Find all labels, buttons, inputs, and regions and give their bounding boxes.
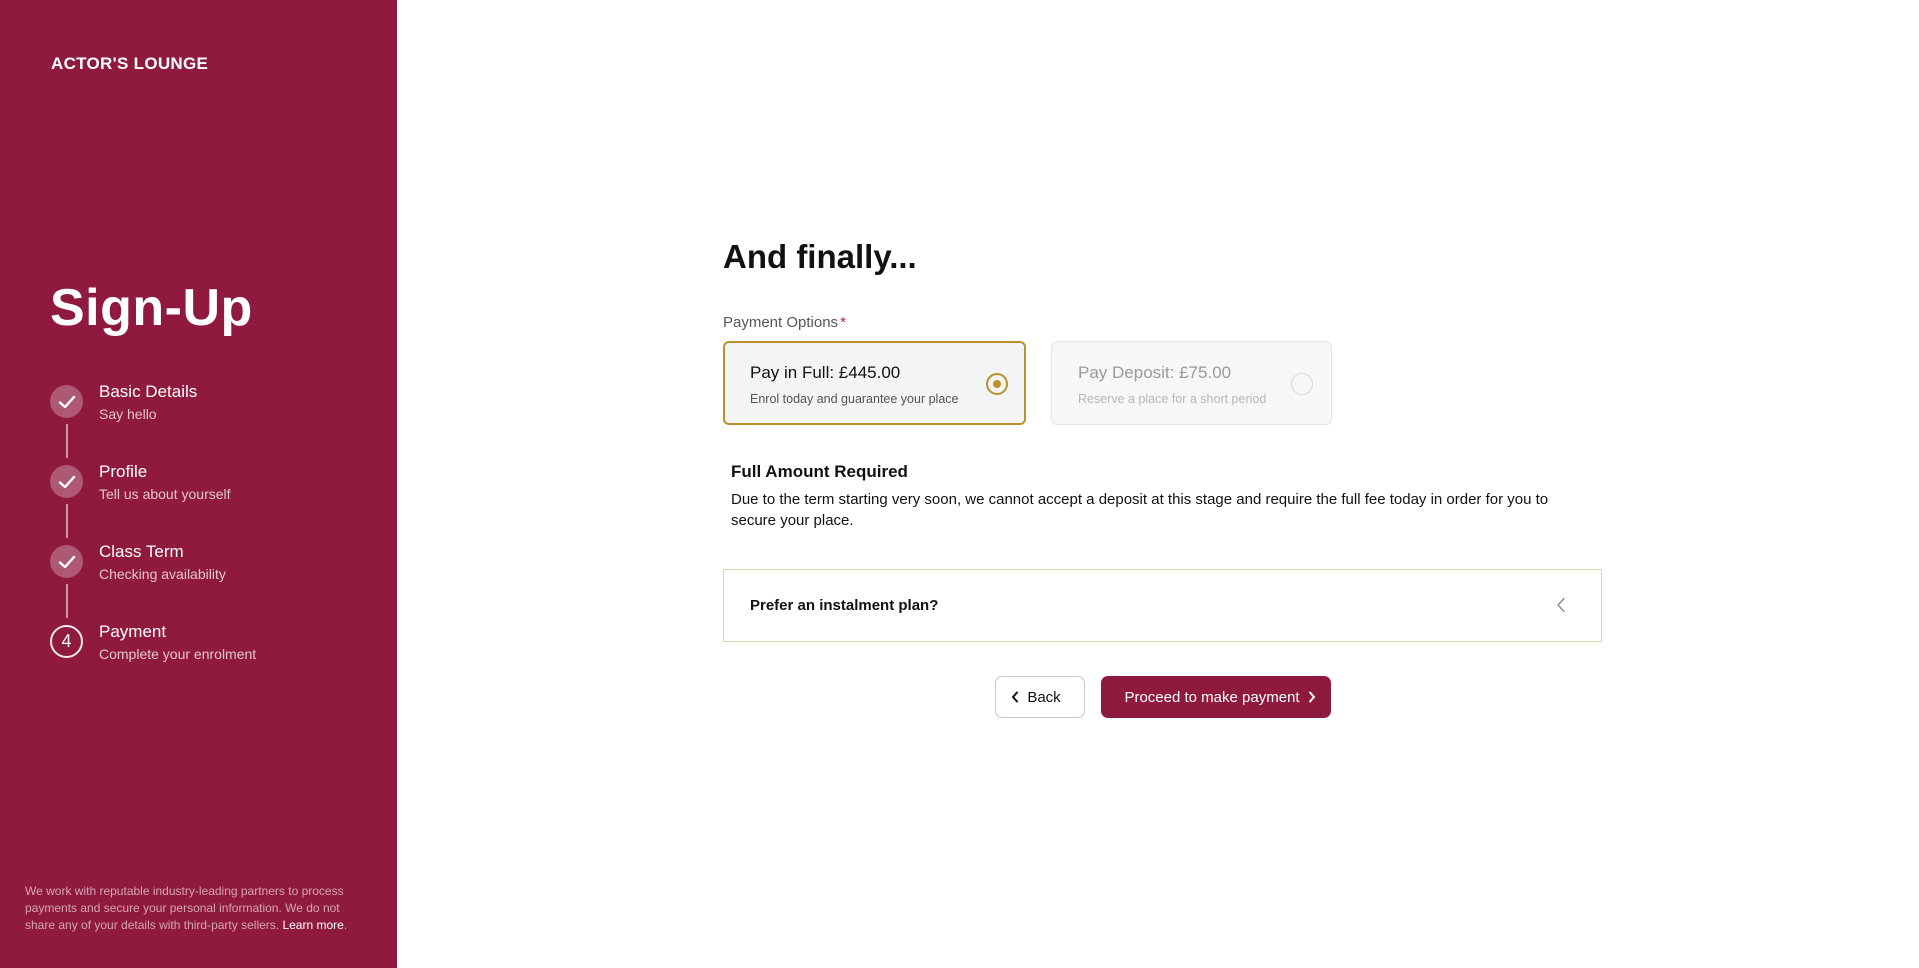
step-subtitle: Complete your enrolment bbox=[99, 646, 257, 662]
radio-unselected bbox=[1291, 373, 1313, 395]
chevron-right-icon bbox=[1308, 691, 1316, 703]
step-number: 4 bbox=[50, 625, 83, 658]
step-subtitle: Checking availability bbox=[99, 566, 226, 582]
option-pay-deposit: Pay Deposit: £75.00 Reserve a place for … bbox=[1051, 341, 1332, 425]
notice-body: Due to the term starting very soon, we c… bbox=[731, 491, 1549, 529]
step-subtitle: Say hello bbox=[99, 406, 157, 422]
privacy-note: We work with reputable industry-leading … bbox=[25, 883, 370, 934]
step-connector bbox=[66, 424, 68, 458]
signup-title: Sign-Up bbox=[50, 279, 253, 337]
chevron-left-icon bbox=[1011, 691, 1019, 703]
option-subtitle: Reserve a place for a short period bbox=[1078, 392, 1267, 406]
radio-selected[interactable] bbox=[986, 373, 1008, 395]
step-title: Basic Details bbox=[99, 382, 198, 401]
proceed-to-payment-button[interactable]: Proceed to make payment bbox=[1101, 676, 1331, 718]
instalment-accordion[interactable]: Prefer an instalment plan? bbox=[723, 569, 1602, 642]
payment-options-label-text: Payment Options bbox=[723, 314, 839, 331]
brand-logo: ACTOR'S LOUNGE bbox=[51, 54, 209, 73]
learn-more-link[interactable]: Learn more bbox=[282, 918, 343, 932]
instalment-label: Prefer an instalment plan? bbox=[750, 597, 939, 614]
sidebar: ACTOR'S LOUNGE Sign-Up Basic Details Say… bbox=[0, 0, 397, 968]
step-connector bbox=[66, 504, 68, 538]
check-icon bbox=[50, 385, 83, 418]
page-heading: And finally... bbox=[723, 238, 917, 275]
privacy-end: . bbox=[343, 918, 348, 932]
option-title: Pay Deposit: £75.00 bbox=[1078, 363, 1232, 382]
chevron-left-icon bbox=[1551, 594, 1571, 616]
option-title: Pay in Full: £445.00 bbox=[750, 363, 901, 382]
step-title: Profile bbox=[99, 462, 148, 481]
proceed-label: Proceed to make payment bbox=[1124, 688, 1300, 706]
payment-options-label: Payment Options * bbox=[723, 314, 846, 331]
required-mark: * bbox=[840, 314, 846, 331]
step-title: Payment bbox=[99, 622, 167, 641]
check-icon bbox=[50, 545, 83, 578]
option-subtitle: Enrol today and guarantee your place bbox=[750, 392, 959, 406]
back-label: Back bbox=[1027, 688, 1061, 706]
step-subtitle: Tell us about yourself bbox=[99, 486, 231, 502]
check-icon bbox=[50, 465, 83, 498]
notice-title: Full Amount Required bbox=[731, 462, 908, 481]
step-title: Class Term bbox=[99, 542, 184, 561]
step-connector bbox=[66, 584, 68, 618]
back-button[interactable]: Back bbox=[995, 676, 1085, 718]
option-pay-full[interactable]: Pay in Full: £445.00 Enrol today and gua… bbox=[723, 341, 1026, 425]
